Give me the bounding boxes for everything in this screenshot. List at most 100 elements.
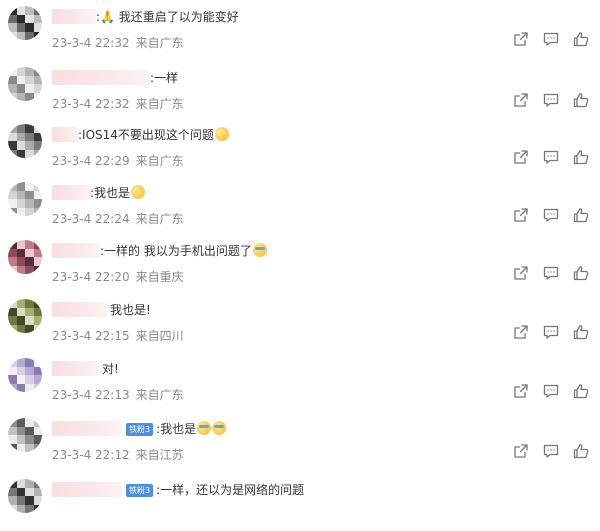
thumbs-up-icon[interactable]	[572, 382, 590, 400]
avatar[interactable]	[8, 418, 42, 452]
share-icon[interactable]	[512, 382, 530, 400]
avatar-pixel	[8, 375, 17, 384]
avatar-pixel	[33, 84, 42, 93]
comment-meta: 23-3-4 22:13 来自广东	[52, 386, 184, 403]
avatar-pixel	[33, 75, 42, 84]
thumbs-up-icon[interactable]	[572, 30, 590, 48]
username-blurred[interactable]	[52, 421, 122, 436]
username-blurred[interactable]	[52, 243, 100, 258]
avatar-pixel	[16, 307, 25, 316]
avatar-pixel	[16, 299, 25, 308]
comment-text: 对!	[102, 362, 119, 376]
username-blurred[interactable]	[52, 9, 96, 24]
share-icon[interactable]	[512, 206, 530, 224]
comment-actions	[510, 91, 592, 109]
comment-icon[interactable]	[542, 264, 560, 282]
avatar-pixel	[8, 182, 17, 191]
thumbs-up-icon[interactable]	[572, 264, 590, 282]
share-icon[interactable]	[512, 442, 530, 460]
avatar-pixel	[16, 14, 25, 23]
share-icon[interactable]	[512, 30, 530, 48]
avatar-pixel	[25, 375, 34, 384]
comment-item: :IOS14不要出现这个问题 23-3-4 22:29 来自广东	[0, 118, 600, 176]
avatar-pixel	[16, 257, 25, 266]
avatar-pixel	[25, 75, 34, 84]
thumbs-up-icon[interactable]	[572, 323, 590, 341]
avatar-pixel	[8, 240, 17, 249]
avatar-pixel	[8, 307, 17, 316]
avatar-pixel	[25, 141, 34, 150]
avatar-pixel	[16, 265, 25, 274]
comment-text: 我也是!	[110, 303, 151, 317]
avatar-pixel	[25, 418, 34, 427]
share-icon[interactable]	[512, 323, 530, 341]
avatar-pixel	[8, 149, 17, 158]
avatar[interactable]	[8, 479, 42, 513]
comment-meta: 23-3-4 22:24 来自广东	[52, 210, 184, 227]
thumbs-up-icon[interactable]	[572, 206, 590, 224]
thumbs-up-icon[interactable]	[572, 442, 590, 460]
avatar-pixel	[33, 426, 42, 435]
comment-location: 来自广东	[135, 97, 184, 111]
avatar-pixel	[16, 31, 25, 40]
avatar-pixel	[16, 358, 25, 367]
share-icon[interactable]	[512, 148, 530, 166]
username-blurred[interactable]	[52, 302, 108, 317]
avatar-pixel	[25, 496, 34, 505]
avatar-pixel	[33, 496, 42, 505]
avatar-pixel	[33, 358, 42, 367]
share-icon[interactable]	[512, 91, 530, 109]
avatar-pixel	[33, 23, 42, 32]
comment-icon[interactable]	[542, 442, 560, 460]
comment-icon[interactable]	[542, 323, 560, 341]
avatar-pixel	[33, 240, 42, 249]
avatar-pixel	[8, 299, 17, 308]
avatar-pixel	[33, 435, 42, 444]
avatar[interactable]	[8, 124, 42, 158]
fan-level-badge[interactable]: 铁粉3	[126, 423, 154, 436]
username-blurred[interactable]	[52, 482, 122, 497]
avatar[interactable]	[8, 299, 42, 333]
avatar-pixel	[16, 248, 25, 257]
thumbs-up-icon[interactable]	[572, 91, 590, 109]
comment-text: :一样	[150, 71, 179, 85]
username-blurred[interactable]	[52, 70, 150, 85]
comment-item: 铁粉3:一样，还以为是网络的问题	[0, 473, 600, 531]
share-icon[interactable]	[512, 264, 530, 282]
avatar[interactable]	[8, 358, 42, 392]
avatar-pixel	[33, 257, 42, 266]
avatar-pixel	[25, 257, 34, 266]
avatar-pixel	[16, 75, 25, 84]
comment-time: 23-3-4 22:15	[52, 329, 130, 343]
avatar-pixel	[33, 67, 42, 76]
avatar-pixel	[25, 426, 34, 435]
avatar[interactable]	[8, 240, 42, 274]
comment-icon[interactable]	[542, 148, 560, 166]
avatar[interactable]	[8, 67, 42, 101]
username-blurred[interactable]	[52, 361, 100, 376]
username-blurred[interactable]	[52, 185, 90, 200]
comment-icon[interactable]	[542, 30, 560, 48]
comment-icon[interactable]	[542, 91, 560, 109]
avatar-pixel	[33, 366, 42, 375]
comment-icon[interactable]	[542, 206, 560, 224]
avatar[interactable]	[8, 182, 42, 216]
comment-meta: 23-3-4 22:29 来自广东	[52, 152, 184, 169]
fan-level-badge[interactable]: 铁粉3	[126, 484, 154, 497]
comment-time: 23-3-4 22:32	[52, 36, 130, 50]
thumbs-up-icon[interactable]	[572, 148, 590, 166]
avatar-pixel	[25, 84, 34, 93]
avatar[interactable]	[8, 6, 42, 40]
avatar-pixel	[8, 23, 17, 32]
avatar-pixel	[33, 443, 42, 452]
avatar-pixel	[16, 435, 25, 444]
avatar-pixel	[25, 383, 34, 392]
avatar-pixel	[8, 6, 17, 15]
avatar-pixel	[8, 487, 17, 496]
avatar-pixel	[25, 324, 34, 333]
username-blurred[interactable]	[52, 127, 78, 142]
comment-icon[interactable]	[542, 382, 560, 400]
comment-list: :🙏 我还重启了以为能变好 23-3-4 22:32 来自广东 :一样 23-3-…	[0, 0, 600, 513]
avatar-pixel	[8, 257, 17, 266]
avatar-pixel	[25, 479, 34, 488]
